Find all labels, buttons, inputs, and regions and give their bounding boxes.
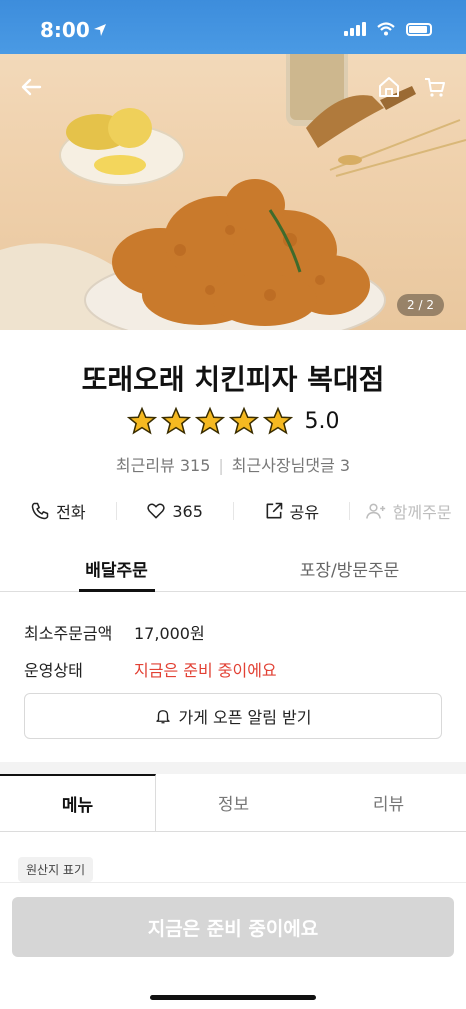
cellular-signal-icon (344, 22, 366, 36)
store-name: 또래오래 치킨피자 복대점 (81, 363, 385, 396)
home-indicator (150, 995, 316, 1000)
star-icon (160, 406, 191, 435)
phone-icon (31, 502, 49, 520)
star-icon (194, 406, 225, 435)
group-order-button[interactable]: 함께주문 (350, 499, 466, 523)
status-icons (344, 22, 432, 36)
status-bar: 8:00 (0, 0, 466, 54)
min-order-label: 최소주문금액 (24, 624, 113, 643)
store-status-value: 지금은 준비 중이에요 (134, 661, 277, 680)
star-icon (126, 406, 157, 435)
open-alert-label: 가게 오픈 알림 받기 (178, 708, 312, 727)
like-button[interactable]: 365 (117, 501, 233, 521)
share-label: 공유 (289, 503, 320, 522)
store-actions: 전화 365 공유 함께주문 (0, 496, 466, 526)
call-label: 전화 (56, 503, 86, 522)
rating-row: 5.0 (0, 406, 466, 436)
tab-info[interactable]: 정보 (156, 774, 311, 831)
section-divider (0, 762, 466, 774)
share-button[interactable]: 공유 (234, 499, 350, 523)
status-time: 8:00 (40, 18, 90, 42)
origin-label-chip[interactable]: 원산지 표기 (18, 857, 94, 882)
store-status-row: 운영상태 지금은 준비 중이에요 (24, 657, 277, 681)
owner-replies-link[interactable]: 최근사장님댓글 3 (232, 456, 350, 475)
wifi-icon (377, 22, 395, 36)
tab-menu[interactable]: 메뉴 (0, 774, 156, 831)
call-button[interactable]: 전화 (0, 499, 116, 523)
home-icon[interactable] (372, 70, 406, 104)
star-icon (228, 406, 259, 435)
like-count: 365 (172, 501, 203, 521)
star-icon (262, 406, 293, 435)
min-order-row: 최소주문금액 17,000원 (24, 620, 205, 644)
store-hero-image: 8:00 2 / 2 (0, 0, 466, 330)
order-cta-button[interactable]: 지금은 준비 중이에요 (12, 897, 454, 957)
rating-value: 5.0 (304, 408, 340, 434)
tab-reviews[interactable]: 리뷰 (311, 774, 466, 831)
bottom-action-bar: 지금은 준비 중이에요 (0, 882, 466, 1009)
tab-pickup[interactable]: 포장/방문주문 (233, 548, 466, 591)
open-alert-button[interactable]: 가게 오픈 알림 받기 (24, 693, 442, 739)
share-icon (266, 502, 282, 519)
recent-reviews-link[interactable]: 최근리뷰 315 (116, 456, 211, 475)
content-tabs: 메뉴 정보 리뷰 (0, 774, 466, 832)
heart-icon (147, 503, 166, 519)
order-type-tabs: 배달주문 포장/방문주문 (0, 548, 466, 592)
back-arrow-icon[interactable] (14, 70, 48, 104)
min-order-value: 17,000원 (134, 624, 205, 643)
group-order-label: 함께주문 (392, 503, 452, 522)
add-user-icon (365, 503, 385, 519)
store-status-label: 운영상태 (24, 661, 83, 680)
review-summary: 최근리뷰 315 | 최근사장님댓글 3 (115, 456, 351, 475)
battery-icon (406, 22, 432, 36)
image-counter-badge: 2 / 2 (397, 294, 444, 316)
location-arrow-icon (94, 24, 106, 36)
tab-delivery[interactable]: 배달주문 (0, 548, 233, 591)
bell-icon (156, 710, 171, 724)
cart-icon[interactable] (418, 70, 452, 104)
